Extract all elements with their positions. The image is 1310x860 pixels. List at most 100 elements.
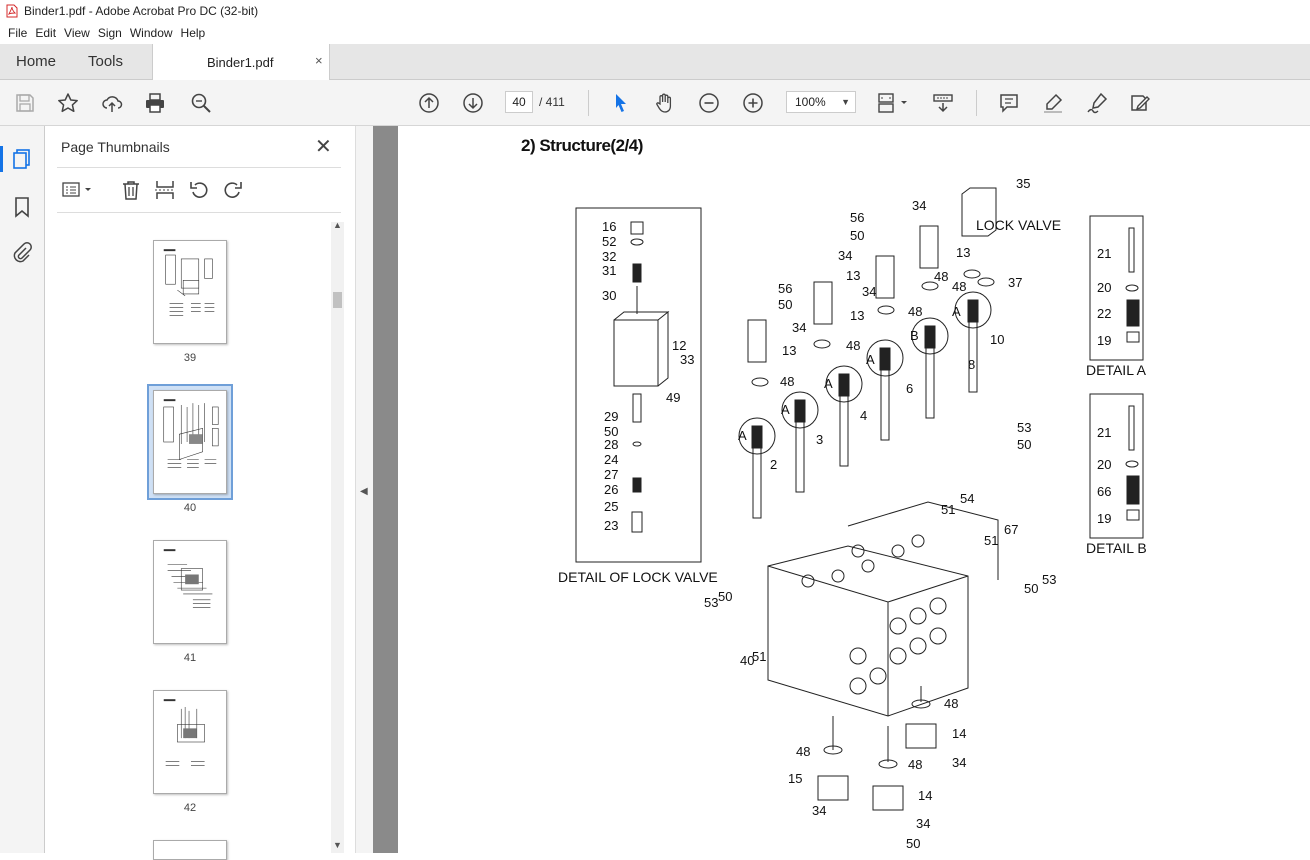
- menu-edit[interactable]: Edit: [31, 26, 60, 40]
- thumbnails-scrollbar[interactable]: ▲ ▼: [331, 220, 344, 853]
- zoom-out-icon[interactable]: [698, 92, 720, 114]
- toolbar-divider: [976, 90, 977, 116]
- close-panel-icon[interactable]: ✕: [315, 134, 332, 159]
- window-title: Binder1.pdf - Adobe Acrobat Pro DC (32-b…: [24, 4, 259, 18]
- rotate-ccw-icon[interactable]: [188, 179, 210, 201]
- svg-text:50: 50: [778, 297, 792, 312]
- svg-text:32: 32: [602, 249, 616, 264]
- svg-text:A: A: [952, 304, 961, 319]
- bookmark-star-icon[interactable]: [57, 92, 79, 114]
- highlight-icon[interactable]: [1042, 92, 1064, 114]
- svg-text:51: 51: [752, 649, 766, 664]
- svg-text:2: 2: [770, 457, 777, 472]
- menu-sign[interactable]: Sign: [94, 26, 126, 40]
- menu-help[interactable]: Help: [177, 26, 210, 40]
- hand-icon[interactable]: [654, 92, 676, 114]
- svg-text:48: 48: [908, 757, 922, 772]
- svg-text:50: 50: [906, 836, 920, 851]
- svg-text:34: 34: [952, 755, 966, 770]
- more-tools-icon[interactable]: [1129, 92, 1151, 114]
- menu-window[interactable]: Window: [126, 26, 177, 40]
- detail-a-label: DETAIL A: [1086, 362, 1147, 378]
- bookmarks-icon[interactable]: [11, 196, 33, 218]
- thumbnail-page-number: 42: [183, 802, 197, 814]
- scroll-thumb[interactable]: [333, 292, 342, 308]
- svg-text:48: 48: [952, 279, 966, 294]
- divider: [57, 167, 341, 168]
- svg-text:56: 56: [850, 210, 864, 225]
- svg-text:48: 48: [934, 269, 948, 284]
- page-thumbnail[interactable]: [153, 840, 227, 860]
- page-thumbnail[interactable]: [153, 540, 227, 644]
- search-zoom-icon[interactable]: [190, 92, 212, 114]
- extract-page-icon[interactable]: [154, 179, 176, 201]
- left-rail: [0, 126, 45, 853]
- select-pointer-icon[interactable]: [610, 92, 632, 114]
- tab-document[interactable]: Binder1.pdf ×: [152, 44, 330, 81]
- page-thumbnail-selected[interactable]: [153, 390, 227, 494]
- thumbnail-page-number: 40: [183, 502, 197, 514]
- print-icon[interactable]: [144, 92, 166, 114]
- svg-text:48: 48: [780, 374, 794, 389]
- menu-view[interactable]: View: [60, 26, 94, 40]
- svg-text:8: 8: [968, 357, 975, 372]
- svg-text:53: 53: [704, 595, 718, 610]
- svg-text:53: 53: [1017, 420, 1031, 435]
- svg-text:13: 13: [846, 268, 860, 283]
- zoom-in-icon[interactable]: [742, 92, 764, 114]
- page-fit-icon[interactable]: [876, 92, 910, 114]
- scroll-down-icon[interactable]: ▼: [333, 840, 342, 850]
- upload-icon[interactable]: [101, 92, 123, 114]
- panel-collapse-handle[interactable]: ◀: [355, 126, 373, 853]
- document-area: 2) Structure(2/4) 16 52 32 31 30 12 33 4…: [373, 126, 1310, 853]
- svg-text:3: 3: [816, 432, 823, 447]
- title-bar: Binder1.pdf - Adobe Acrobat Pro DC (32-b…: [0, 0, 1310, 22]
- svg-text:30: 30: [602, 288, 616, 303]
- page-thumbnail[interactable]: [153, 240, 227, 344]
- delete-page-icon[interactable]: [120, 179, 142, 201]
- svg-text:21: 21: [1097, 425, 1111, 440]
- comment-icon[interactable]: [998, 92, 1020, 114]
- svg-text:67: 67: [1004, 522, 1018, 537]
- svg-text:48: 48: [846, 338, 860, 353]
- pdf-page: 2) Structure(2/4) 16 52 32 31 30 12 33 4…: [398, 126, 1310, 853]
- rotate-cw-icon[interactable]: [222, 179, 244, 201]
- sign-icon[interactable]: [1086, 92, 1108, 114]
- zoom-level-select[interactable]: 100% ▼: [786, 91, 856, 113]
- svg-text:B: B: [910, 328, 919, 343]
- save-icon[interactable]: [14, 92, 36, 114]
- page-thumbnail[interactable]: [153, 690, 227, 794]
- zoom-level-value: 100%: [795, 95, 826, 109]
- svg-text:A: A: [866, 352, 875, 367]
- scroll-up-icon[interactable]: ▲: [333, 220, 342, 230]
- attachments-icon[interactable]: [11, 242, 33, 264]
- svg-text:20: 20: [1097, 280, 1111, 295]
- acrobat-logo-icon: [6, 4, 18, 18]
- scroll-mode-icon[interactable]: [932, 92, 954, 114]
- page-thumbnails-icon[interactable]: [11, 148, 33, 170]
- toolbar: 40 / 411 100% ▼: [0, 80, 1310, 126]
- svg-text:23: 23: [604, 518, 618, 533]
- svg-text:48: 48: [796, 744, 810, 759]
- page-number-input[interactable]: 40: [505, 91, 533, 113]
- svg-text:6: 6: [906, 381, 913, 396]
- thumbnail-options-icon[interactable]: [61, 179, 95, 201]
- menu-file[interactable]: File: [4, 26, 31, 40]
- tab-home[interactable]: Home: [16, 53, 56, 70]
- svg-text:34: 34: [838, 248, 852, 263]
- thumbnail-page-number: 39: [183, 352, 197, 364]
- svg-text:66: 66: [1097, 484, 1111, 499]
- svg-text:13: 13: [850, 308, 864, 323]
- page-down-icon[interactable]: [462, 92, 484, 114]
- tab-tools[interactable]: Tools: [88, 53, 123, 70]
- svg-text:34: 34: [912, 198, 926, 213]
- menu-bar: File Edit View Sign Window Help: [0, 22, 1310, 44]
- detail-b-label: DETAIL B: [1086, 540, 1147, 556]
- close-tab-icon[interactable]: ×: [315, 53, 323, 68]
- page-up-icon[interactable]: [418, 92, 440, 114]
- chevron-down-icon: ▼: [841, 97, 850, 107]
- collapse-left-icon: ◀: [360, 486, 368, 497]
- svg-text:27: 27: [604, 467, 618, 482]
- svg-text:19: 19: [1097, 333, 1111, 348]
- svg-text:50: 50: [718, 589, 732, 604]
